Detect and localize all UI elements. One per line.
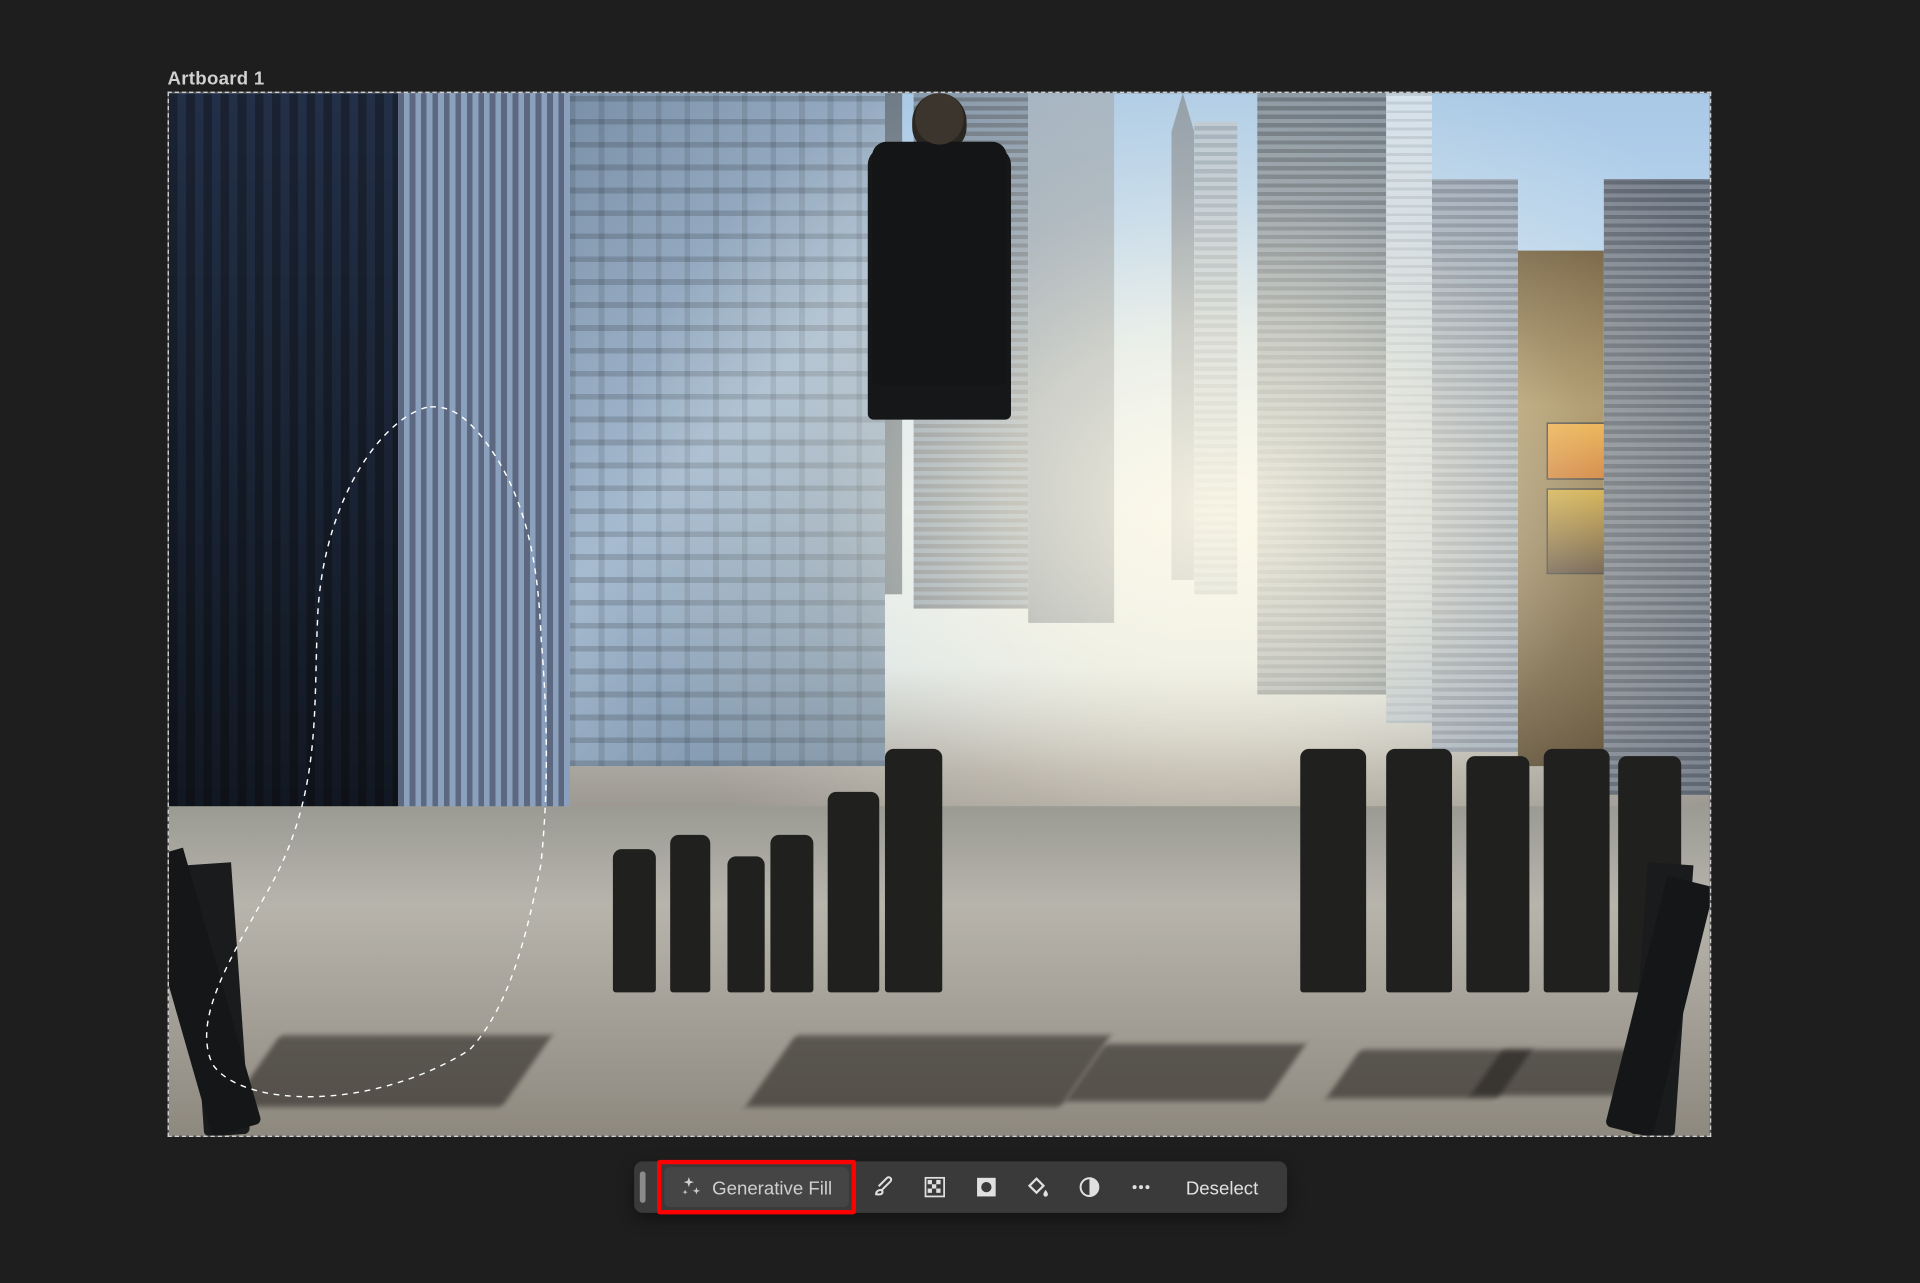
contextual-taskbar: Generative Fill bbox=[633, 1161, 1287, 1213]
brush-selection-button[interactable] bbox=[859, 1167, 908, 1207]
pedestrian bbox=[1386, 749, 1452, 992]
pedestrian bbox=[885, 749, 942, 992]
canvas[interactable] bbox=[168, 92, 1712, 1137]
generative-fill-label: Generative Fill bbox=[712, 1176, 832, 1197]
more-icon bbox=[1130, 1176, 1153, 1199]
building bbox=[169, 93, 398, 838]
brush-icon bbox=[872, 1176, 895, 1199]
building-spire bbox=[1171, 93, 1194, 580]
canvas-image bbox=[169, 93, 1710, 1135]
adjust-icon bbox=[1078, 1176, 1101, 1199]
building bbox=[1386, 93, 1432, 723]
building bbox=[1028, 93, 1114, 623]
pedestrian bbox=[613, 849, 656, 992]
pedestrian bbox=[670, 835, 710, 993]
generative-fill-button[interactable]: Generative Fill bbox=[663, 1167, 849, 1207]
modify-selection-button[interactable] bbox=[911, 1167, 960, 1207]
building bbox=[398, 93, 570, 809]
building bbox=[570, 93, 885, 766]
pedestrian bbox=[1300, 749, 1366, 992]
billboard bbox=[1547, 422, 1613, 479]
deselect-button[interactable]: Deselect bbox=[1169, 1167, 1276, 1207]
pedestrian bbox=[770, 835, 813, 993]
fill-selection-button[interactable] bbox=[1014, 1167, 1063, 1207]
building bbox=[1257, 93, 1386, 694]
remove-background-icon bbox=[924, 1176, 947, 1199]
create-mask-button[interactable] bbox=[962, 1167, 1011, 1207]
pedestrian bbox=[1544, 749, 1610, 992]
pedestrian bbox=[727, 856, 764, 992]
billboard bbox=[1547, 488, 1613, 574]
fill-icon bbox=[1027, 1176, 1050, 1199]
mask-icon bbox=[975, 1176, 998, 1199]
pedestrian bbox=[828, 792, 880, 992]
building bbox=[1194, 122, 1237, 595]
building bbox=[1432, 179, 1518, 752]
artboard-label[interactable]: Artboard 1 bbox=[168, 67, 265, 88]
more-options-button[interactable] bbox=[1117, 1167, 1166, 1207]
taskbar-drag-handle[interactable] bbox=[639, 1171, 645, 1203]
building bbox=[1604, 179, 1710, 795]
sparkle-icon bbox=[681, 1177, 701, 1197]
tutorial-highlight: Generative Fill bbox=[656, 1160, 856, 1214]
adjustment-button[interactable] bbox=[1066, 1167, 1115, 1207]
pedestrian bbox=[1466, 756, 1529, 992]
